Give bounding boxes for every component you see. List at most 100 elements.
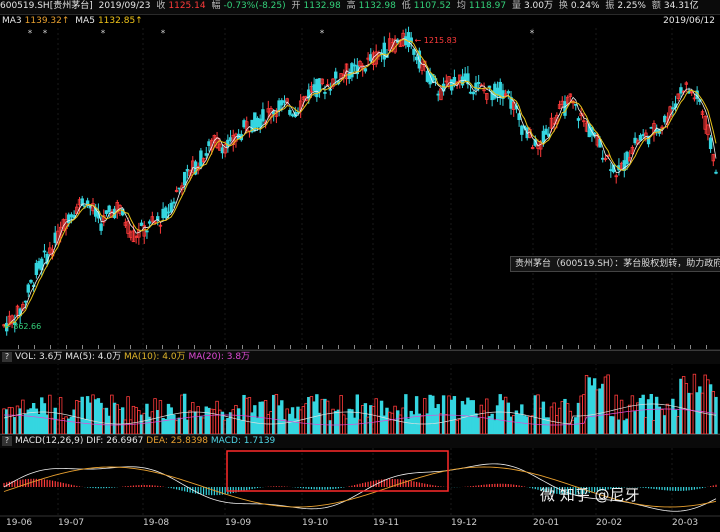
- help-icon[interactable]: ?: [2, 435, 12, 446]
- dif-value: DIF: 26.6967: [86, 436, 144, 446]
- volume-bar: [26, 409, 30, 435]
- volume-bar: [617, 419, 621, 435]
- volume-bar: [390, 412, 395, 435]
- candle-body: [350, 63, 354, 78]
- event-tick: [610, 345, 611, 349]
- candle-body: [161, 208, 165, 219]
- volume-bar: [174, 420, 179, 435]
- volume-bar: [649, 393, 653, 435]
- candle-body: [541, 130, 546, 143]
- volume-bar: [538, 407, 543, 435]
- event-tick: [530, 345, 531, 349]
- volume-bar: [563, 398, 567, 435]
- volume-bar: [204, 406, 208, 435]
- volume-bar: [358, 419, 362, 435]
- candle-body: [69, 214, 74, 218]
- volume-bar: [630, 395, 635, 435]
- candle-body: [352, 64, 357, 67]
- volume-bar: [468, 400, 473, 435]
- event-tick: [18, 345, 19, 349]
- volume-bar: [606, 374, 610, 435]
- volume-bar: [247, 397, 252, 435]
- candle-body: [679, 87, 683, 94]
- candle-body: [34, 262, 39, 275]
- volume-bar: [482, 410, 486, 435]
- volume-bar: [50, 417, 55, 435]
- volume-bar: [576, 402, 581, 435]
- candle-body: [169, 202, 173, 213]
- candle-body: [601, 157, 605, 160]
- volume-bar: [595, 389, 600, 435]
- volume-bar: [663, 415, 667, 435]
- volume-bar: [193, 411, 198, 435]
- candle-body: [468, 91, 473, 94]
- volume-bar: [115, 404, 119, 435]
- event-tick: [466, 345, 467, 349]
- event-star-marker: *: [43, 29, 48, 39]
- volume-bar: [226, 418, 230, 435]
- candle-body: [463, 73, 467, 81]
- volume-bar: [644, 417, 648, 435]
- volume-bar: [444, 414, 449, 435]
- candle-body: [107, 205, 111, 213]
- volume-bar: [201, 417, 206, 435]
- candle-body: [544, 128, 548, 135]
- candle-body: [164, 207, 168, 218]
- volume-bar: [587, 377, 591, 435]
- volume-bar: [42, 403, 47, 435]
- volume-bar: [242, 394, 246, 435]
- volume-bar: [423, 398, 427, 435]
- event-tick: [98, 345, 99, 349]
- low-price-label: ← 862.66: [4, 322, 41, 331]
- event-tick: [178, 345, 179, 349]
- x-tick-label: 19-07: [58, 518, 85, 528]
- volume-bar: [91, 394, 95, 435]
- volume-bar: [611, 416, 616, 435]
- volume-bar: [239, 420, 244, 435]
- candle-body: [253, 112, 257, 131]
- volume-bar: [18, 408, 22, 435]
- volume-bar: [250, 412, 254, 435]
- volume-bar: [263, 400, 268, 435]
- volume-bar: [13, 417, 17, 435]
- volume-bar: [609, 416, 613, 435]
- volume-bar: [104, 407, 109, 435]
- volume-bar: [258, 401, 262, 435]
- volume-bar: [498, 394, 502, 435]
- volume-bar: [509, 416, 513, 435]
- volume-bar: [96, 398, 101, 435]
- candle-body: [363, 68, 368, 72]
- event-tick: [354, 345, 355, 349]
- volume-bar: [271, 394, 276, 435]
- candle-body: [280, 100, 284, 106]
- volume-bar: [503, 396, 508, 435]
- volume-bar: [382, 415, 386, 435]
- x-tick-label: 19-06: [6, 518, 33, 528]
- volume-bar: [512, 415, 516, 435]
- volume-bar: [409, 410, 413, 435]
- candle-body: [166, 211, 171, 214]
- event-tick: [210, 345, 211, 349]
- x-tick-label: 19-12: [451, 518, 478, 528]
- candle-body: [242, 120, 246, 128]
- volume-bar: [64, 416, 68, 435]
- event-tick: [34, 345, 35, 349]
- help-icon[interactable]: ?: [2, 351, 12, 362]
- candle-body: [288, 109, 292, 115]
- candle-body: [663, 115, 667, 123]
- volume-bar: [536, 394, 540, 435]
- volume-bar: [153, 398, 157, 435]
- candle-body: [37, 260, 41, 269]
- volume-bar: [671, 398, 675, 435]
- volume-bar: [320, 398, 324, 435]
- volume-bar: [506, 402, 511, 435]
- volume-bar: [673, 409, 678, 435]
- volume-bar: [541, 401, 546, 435]
- news-tooltip[interactable]: 贵州茅台（600519.SH）：茅台股权划转，助力政府融资: [510, 256, 720, 272]
- volume-bar: [436, 404, 440, 435]
- volume-bar: [476, 417, 481, 435]
- candle-body: [312, 84, 316, 91]
- event-tick: [498, 345, 499, 349]
- candle-body: [436, 93, 440, 96]
- volume-bar: [112, 402, 117, 435]
